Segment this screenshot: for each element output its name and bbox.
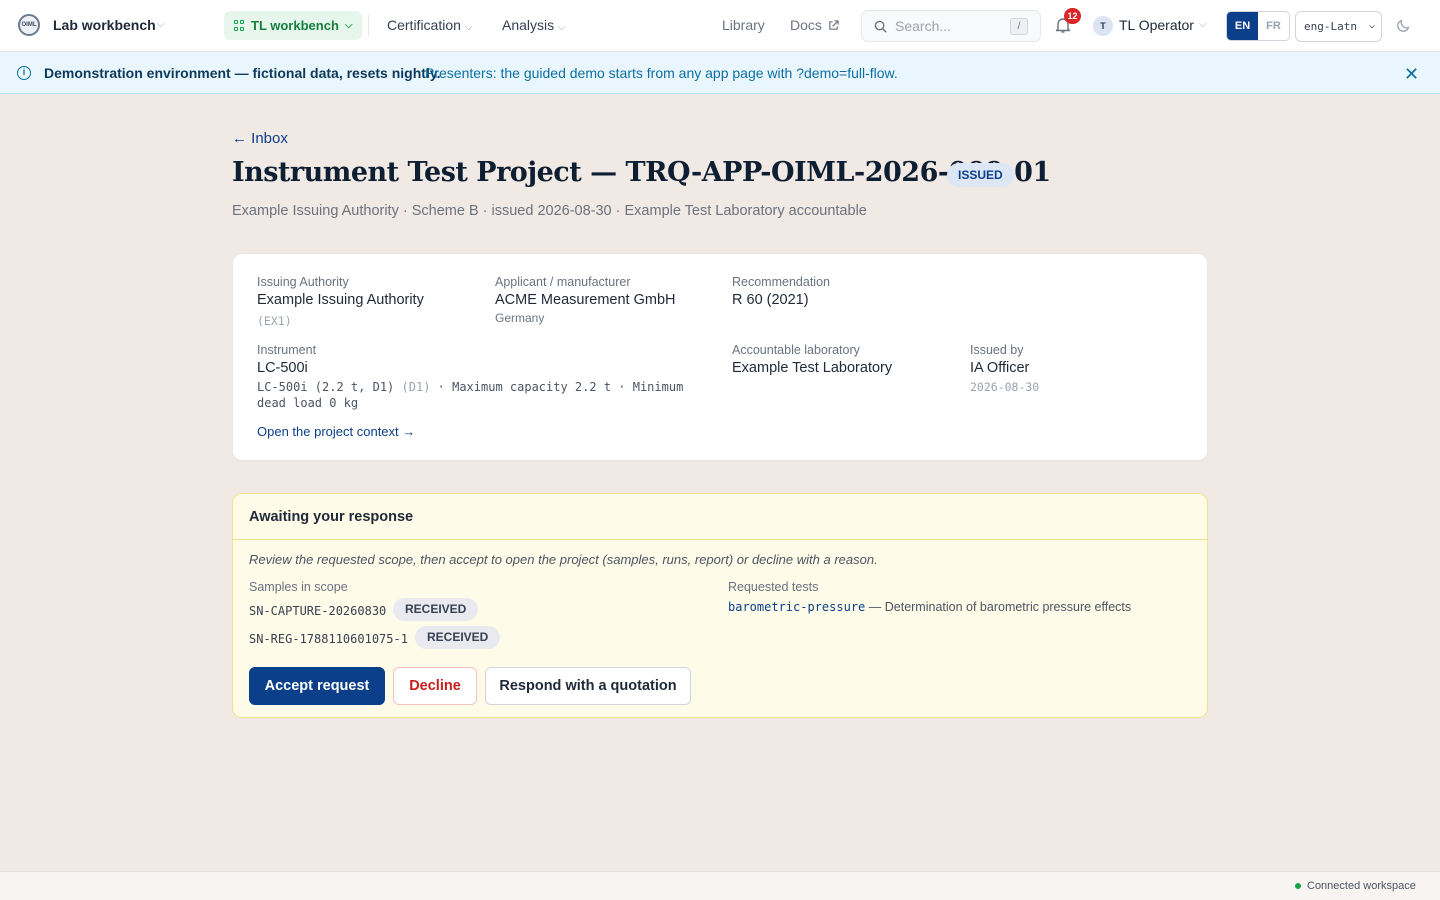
lab-label: Accountable laboratory <box>732 343 860 357</box>
search-icon <box>874 20 887 33</box>
issued-date: 2026-08-30 <box>970 380 1040 394</box>
status-badge: ISSUED <box>947 163 1014 187</box>
awaiting-response-panel: Awaiting your response Review the reques… <box>232 493 1208 718</box>
sample-status-badge: RECEIVED <box>415 626 501 649</box>
chevron-down-icon: ⌵ <box>1368 20 1375 31</box>
nav-library[interactable]: Library <box>722 17 765 33</box>
project-details-card: Issuing Authority Example Issuing Author… <box>232 253 1208 461</box>
respond-quotation-button[interactable]: Respond with a quotation <box>485 667 691 705</box>
dark-mode-moon-icon[interactable] <box>1396 17 1412 33</box>
requested-test: barometric-pressure — Determination of b… <box>728 600 1131 614</box>
demo-banner: i Demonstration environment — fictional … <box>0 52 1440 94</box>
app-name[interactable]: Lab workbench <box>53 17 156 33</box>
issued-by-label: Issued by <box>970 343 1024 357</box>
applicant-country: Germany <box>495 311 545 325</box>
script-select-value: eng-Latn <box>1304 20 1357 33</box>
chevron-down-icon: ⌵ <box>464 22 473 33</box>
connection-status: Connected workspace <box>1307 880 1416 892</box>
user-menu[interactable]: TL Operator <box>1119 17 1194 33</box>
top-navigation: OIML Lab workbench ⌵ TL workbench ⌵ Cert… <box>0 0 1440 52</box>
accept-request-button[interactable]: Accept request <box>249 667 385 705</box>
panel-instructions: Review the requested scope, then accept … <box>249 552 878 567</box>
search-shortcut-key: / <box>1010 18 1028 35</box>
close-icon[interactable]: ✕ <box>1404 64 1419 85</box>
language-toggle: EN FR <box>1226 11 1290 41</box>
applicant-label: Applicant / manufacturer <box>495 275 631 289</box>
workspace-switcher[interactable]: TL workbench ⌵ <box>224 11 363 40</box>
panel-header: Awaiting your response <box>233 494 1207 540</box>
panel-heading: Awaiting your response <box>249 509 414 525</box>
banner-message: Presenters: the guided demo starts from … <box>425 65 898 81</box>
sample-status-badge: RECEIVED <box>393 598 479 621</box>
grid-icon <box>234 20 245 31</box>
lang-en-button[interactable]: EN <box>1227 12 1258 40</box>
external-link-icon <box>829 20 839 30</box>
workspace-label: TL workbench <box>251 18 339 33</box>
divider <box>368 15 369 36</box>
sample-id: SN-REG-1788110601075-1 <box>249 632 408 646</box>
oiml-logo[interactable]: OIML <box>18 14 40 36</box>
chevron-down-icon[interactable]: ⌵ <box>1199 19 1207 30</box>
info-icon: i <box>17 66 31 80</box>
issuing-authority-code: (EX1) <box>257 314 292 328</box>
recommendation-label: Recommendation <box>732 275 830 289</box>
search-input[interactable] <box>895 18 1005 34</box>
page-title: Instrument Test Project — TRQ-APP-OIML-2… <box>232 157 1051 188</box>
search-box[interactable]: / <box>861 10 1041 42</box>
instrument-detail: LC-500i (2.2 t, D1) (D1) · Maximum capac… <box>257 379 702 411</box>
nav-certification[interactable]: Certification ⌵ <box>387 17 472 33</box>
decline-button[interactable]: Decline <box>393 667 477 705</box>
script-select[interactable]: eng-Latn ⌵ <box>1295 11 1382 42</box>
samples-label: Samples in scope <box>249 580 348 594</box>
lab-value: Example Test Laboratory <box>732 360 893 376</box>
sample-id: SN-CAPTURE-20260830 <box>249 604 387 618</box>
instrument-model: LC-500i (2.2 t, D1) <box>257 380 395 394</box>
issuing-authority-value: Example Issuing Authority <box>257 292 424 308</box>
project-context-link[interactable]: Open the project context → <box>257 424 415 439</box>
applicant-value: ACME Measurement GmbH <box>495 292 676 308</box>
instrument-label: Instrument <box>257 343 317 357</box>
nav-docs[interactable]: Docs <box>790 17 839 33</box>
banner-title: Demonstration environment — fictional da… <box>44 65 441 81</box>
instrument-value: LC-500i <box>257 360 308 376</box>
issuing-authority-label: Issuing Authority <box>257 275 349 289</box>
tests-label: Requested tests <box>728 580 819 594</box>
recommendation-value: R 60 (2021) <box>732 292 809 308</box>
back-to-inbox-link[interactable]: ← Inbox <box>232 130 288 147</box>
test-code: barometric-pressure <box>728 600 866 614</box>
lang-fr-button[interactable]: FR <box>1258 12 1289 40</box>
page-subtitle: Example Issuing Authority · Scheme B · i… <box>232 203 867 219</box>
test-description: — Determination of barometric pressure e… <box>868 600 1132 614</box>
notification-count-badge: 12 <box>1064 8 1081 24</box>
chevron-down-icon: ⌵ <box>558 22 566 33</box>
chevron-down-icon: ⌵ <box>344 20 353 31</box>
status-footer: Connected workspace <box>0 871 1440 900</box>
nav-analysis[interactable]: Analysis ⌵ <box>502 17 566 33</box>
issued-by-value: IA Officer <box>970 360 1030 376</box>
connection-status-dot <box>1295 883 1301 889</box>
instrument-class-code: (D1) <box>401 380 431 394</box>
avatar[interactable]: T <box>1093 16 1113 36</box>
chevron-down-icon[interactable]: ⌵ <box>157 19 165 30</box>
